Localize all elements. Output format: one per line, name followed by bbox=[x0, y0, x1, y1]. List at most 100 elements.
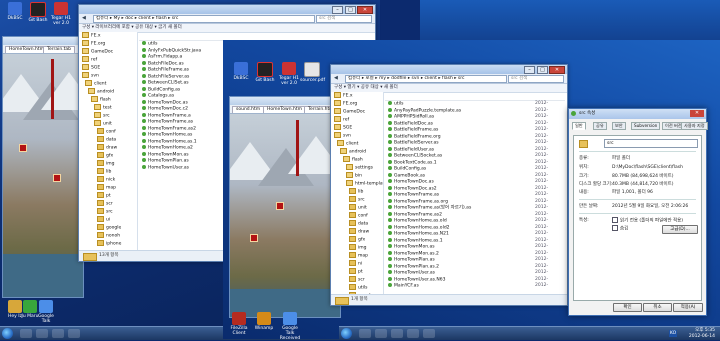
tree-item[interactable]: img bbox=[331, 244, 383, 252]
taskbar-item[interactable] bbox=[52, 329, 64, 338]
tree-item[interactable]: map bbox=[331, 252, 383, 260]
tree-item[interactable]: client bbox=[79, 80, 137, 88]
minimize-button[interactable]: – bbox=[332, 6, 343, 14]
map-marker[interactable] bbox=[276, 202, 284, 210]
tree-item[interactable]: unit bbox=[79, 120, 137, 128]
desktop-icon-google-talk[interactable]: Google Talk bbox=[34, 300, 58, 324]
navigation-tree[interactable]: FE.x FE.org GameDoc ref SGE svn client android f… bbox=[79, 32, 138, 251]
tree-item[interactable]: draw bbox=[79, 144, 137, 152]
language-indicator[interactable]: KO bbox=[669, 330, 677, 337]
tree-item[interactable]: svn bbox=[79, 72, 137, 80]
tab-subversion[interactable]: Subversion bbox=[631, 122, 661, 130]
tree-item[interactable]: utils bbox=[331, 284, 383, 292]
close-button[interactable]: ✕ bbox=[357, 6, 373, 14]
tree-item[interactable]: settings bbox=[331, 164, 383, 172]
close-button[interactable]: ✕ bbox=[690, 110, 704, 117]
file-list-header[interactable] bbox=[385, 92, 565, 101]
tab-hometown[interactable]: HomeTown.htm bbox=[5, 46, 48, 53]
maximize-button[interactable]: □ bbox=[345, 6, 356, 14]
explorer-window-right[interactable]: – □ ✕ ◀ 컴퓨터 ▸ 로컬 ▸ my ▸ dodfile ▸ svn ▸ … bbox=[330, 64, 568, 306]
desktop-icon-google-talk[interactable]: Google Talk Received bbox=[278, 312, 302, 341]
desktop-icon-dkbsc[interactable]: DkBSC bbox=[3, 2, 27, 21]
tree-item[interactable]: iphone bbox=[79, 240, 137, 248]
tree-item[interactable]: scr bbox=[79, 200, 137, 208]
apply-button[interactable]: 적용(A) bbox=[673, 303, 703, 312]
desktop-icon-filezilla[interactable]: FileZilla Client bbox=[227, 312, 251, 336]
desktop-icon-git-bash[interactable]: Git Bash bbox=[253, 62, 277, 83]
map-marker[interactable] bbox=[250, 234, 258, 242]
taskbar-item[interactable] bbox=[391, 329, 403, 338]
tree-item[interactable]: nonoh bbox=[79, 232, 137, 240]
tree-item[interactable]: pt bbox=[79, 192, 137, 200]
tab-sound[interactable]: sound.htm bbox=[232, 106, 265, 113]
tree-item[interactable]: nick bbox=[79, 176, 137, 184]
hidden-checkbox-row[interactable]: 숨김 bbox=[612, 225, 628, 233]
tree-item[interactable]: gfx bbox=[331, 236, 383, 244]
readonly-checkbox[interactable] bbox=[612, 217, 618, 223]
map-marker[interactable] bbox=[19, 144, 27, 152]
desktop-icon-sourcer[interactable]: sourcer.pdf bbox=[300, 62, 325, 83]
tree-item[interactable]: svn bbox=[331, 132, 383, 140]
tree-item[interactable]: gfx bbox=[79, 152, 137, 160]
tree-item[interactable]: android bbox=[79, 88, 137, 96]
tab-general[interactable]: 일반 bbox=[572, 122, 586, 130]
tab-hometown[interactable]: HomeTown.htm bbox=[263, 106, 306, 113]
tab-customize[interactable]: 사용자 지정 bbox=[681, 122, 708, 130]
tree-item[interactable]: GameDoc bbox=[79, 48, 137, 56]
game-map-view[interactable] bbox=[3, 54, 83, 297]
folder-name-field[interactable]: src bbox=[604, 139, 698, 148]
tree-item[interactable]: src bbox=[79, 112, 137, 120]
tree-item[interactable]: FE.org bbox=[331, 100, 383, 108]
taskbar-item[interactable] bbox=[20, 329, 32, 338]
properties-dialog[interactable]: src 속성 ✕ 일반 공유 보안 Subversion 이전 버전 사용자 지… bbox=[568, 108, 708, 316]
desktop-icon-dkbsc[interactable]: DkBSC bbox=[229, 62, 253, 81]
readonly-checkbox-row[interactable]: 읽기 전용 (폴더의 파일에만 적용) bbox=[612, 217, 683, 225]
tree-item[interactable]: flash bbox=[79, 96, 137, 104]
tree-item[interactable]: src bbox=[79, 208, 137, 216]
tree-item[interactable]: data bbox=[79, 136, 137, 144]
taskbar-item[interactable] bbox=[423, 329, 435, 338]
ok-button[interactable]: 확인 bbox=[613, 303, 642, 312]
game-window-right[interactable]: sound.htm HomeTown.htm Terrain.htm bbox=[229, 96, 341, 318]
taskbar-item[interactable] bbox=[407, 329, 419, 338]
tree-item[interactable]: test bbox=[79, 104, 137, 112]
desktop-icon-winamp[interactable]: Winamp bbox=[252, 312, 276, 331]
map-marker[interactable] bbox=[53, 174, 61, 182]
tree-item[interactable]: ref bbox=[331, 116, 383, 124]
tab-sharing[interactable]: 공유 bbox=[593, 122, 607, 130]
tree-item[interactable]: ni bbox=[331, 260, 383, 268]
search-input[interactable]: src 검색 bbox=[508, 75, 564, 83]
taskbar-item[interactable] bbox=[375, 329, 387, 338]
taskbar-item[interactable] bbox=[36, 329, 48, 338]
tree-item[interactable]: src bbox=[331, 196, 383, 204]
tree-item[interactable]: lib bbox=[331, 188, 383, 196]
tree-item[interactable]: SGE bbox=[331, 124, 383, 132]
tree-item[interactable]: flash bbox=[331, 156, 383, 164]
minimize-button[interactable]: – bbox=[524, 66, 535, 74]
breadcrumb[interactable]: 컴퓨터 ▸ My ▸ doc ▸ client ▸ flash ▸ src bbox=[93, 15, 315, 23]
file-list[interactable]: utils 2012- AnyPayPadPuzzle.template.as 201… bbox=[385, 92, 565, 295]
search-input[interactable]: src 검색 bbox=[316, 15, 372, 23]
tree-item[interactable]: data bbox=[331, 220, 383, 228]
navigation-tree[interactable]: FE.x FE.org GameDoc ref SGE svn client android f… bbox=[331, 92, 384, 295]
start-button[interactable] bbox=[341, 328, 352, 339]
maximize-button[interactable]: □ bbox=[537, 66, 548, 74]
tree-item[interactable]: SGE bbox=[79, 64, 137, 72]
tree-item[interactable]: conf bbox=[79, 128, 137, 136]
tree-item[interactable]: scr bbox=[331, 276, 383, 284]
tab-terrain[interactable]: Terrain.tab bbox=[43, 46, 76, 53]
tree-item[interactable]: draw bbox=[331, 228, 383, 236]
back-icon[interactable]: ◀ bbox=[82, 15, 86, 21]
tree-item[interactable]: pt bbox=[331, 268, 383, 276]
tree-item[interactable]: android bbox=[331, 148, 383, 156]
desktop-icon-tegar[interactable]: Tegar H1 ver 2.0 bbox=[277, 62, 301, 86]
advanced-button[interactable]: 고급(D)... bbox=[662, 225, 698, 234]
breadcrumb[interactable]: 컴퓨터 ▸ 로컬 ▸ my ▸ dodfile ▸ svn ▸ client ▸… bbox=[345, 75, 507, 83]
tree-item[interactable]: ui bbox=[79, 216, 137, 224]
start-button[interactable] bbox=[2, 328, 13, 339]
tree-item[interactable]: conf bbox=[331, 212, 383, 220]
tree-item[interactable]: bin bbox=[331, 172, 383, 180]
tree-item[interactable]: html-template bbox=[331, 180, 383, 188]
tree-item[interactable]: client bbox=[331, 140, 383, 148]
tree-item[interactable]: img bbox=[79, 160, 137, 168]
